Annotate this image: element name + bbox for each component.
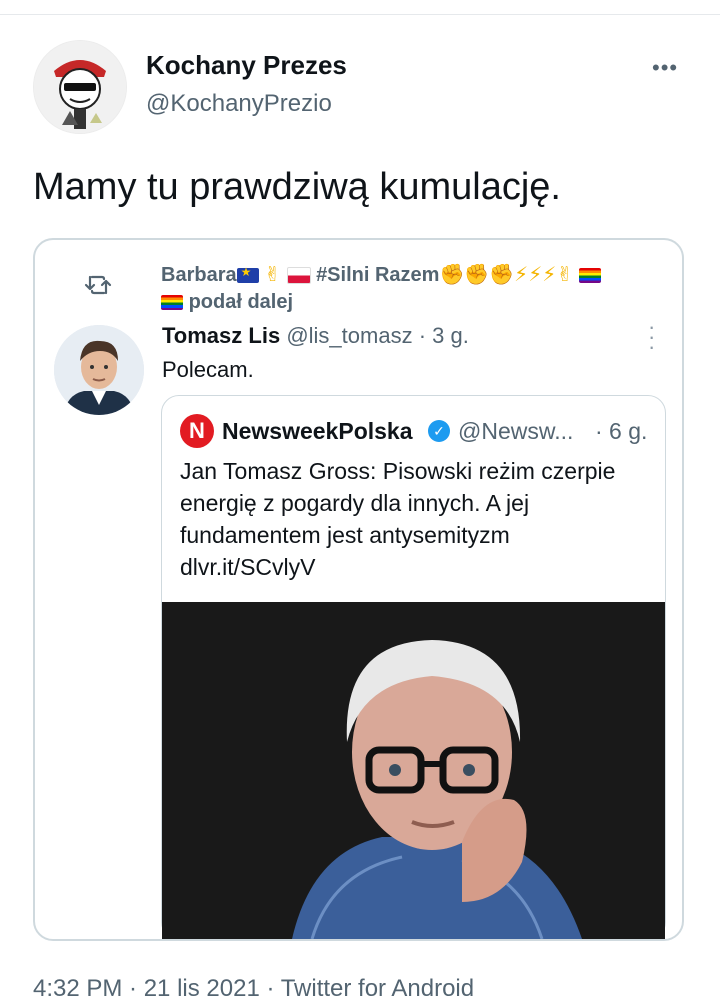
top-divider bbox=[0, 14, 720, 15]
poland-flag-icon bbox=[286, 267, 311, 285]
victory-hand-icon: ✌ bbox=[264, 264, 281, 286]
quoted-author-line[interactable]: Tomasz Lis @lis_tomasz · 3 g. bbox=[162, 323, 469, 349]
nested-time: · 6 g. bbox=[595, 418, 648, 444]
rainbow-flag-icon bbox=[578, 268, 601, 284]
nested-author-name[interactable]: NewsweekPolska bbox=[222, 418, 413, 445]
quoted-more-icon[interactable]: · · · bbox=[648, 316, 655, 358]
author-avatar[interactable] bbox=[33, 40, 127, 134]
retweeter-name: Barbara bbox=[161, 264, 237, 286]
retweet-icon bbox=[84, 272, 112, 304]
retweet-action-line: podał dalej bbox=[161, 291, 293, 314]
nested-author-handle[interactable]: @Newsw... bbox=[458, 418, 573, 445]
fist-icons: ✊✊✊ bbox=[439, 264, 515, 286]
tweet-text: Mamy tu prawdziwą kumulację. bbox=[33, 166, 561, 208]
quoted-tweet-text: Polecam. bbox=[162, 357, 254, 382]
quoted-separator: · bbox=[418, 323, 427, 348]
eu-flag-icon bbox=[236, 265, 259, 284]
retweeter-hashtag: #Silni Razem bbox=[316, 264, 440, 286]
verified-badge-icon: ✓ bbox=[428, 420, 450, 442]
more-options-icon[interactable]: ••• bbox=[652, 55, 678, 81]
article-photo[interactable] bbox=[162, 602, 665, 939]
newsweek-logo-icon: N bbox=[180, 414, 214, 448]
quoted-author-avatar[interactable] bbox=[54, 325, 144, 415]
author-handle[interactable]: @KochanyPrezio bbox=[146, 90, 332, 118]
rainbow-icon bbox=[161, 295, 183, 311]
quoted-author-name: Tomasz Lis bbox=[162, 323, 281, 348]
quoted-time: 3 g. bbox=[432, 323, 469, 348]
author-display-name[interactable]: Kochany Prezes bbox=[146, 50, 347, 81]
victory-hand-icon-2: ✌ bbox=[556, 264, 574, 286]
retweeter-line[interactable]: Barbara ✌ #Silni Razem✊✊✊⚡⚡⚡✌ bbox=[161, 262, 601, 287]
retweet-action: podał dalej bbox=[188, 291, 294, 313]
lightning-icons: ⚡⚡⚡ bbox=[514, 264, 557, 286]
quoted-author-handle: @lis_tomasz bbox=[286, 323, 413, 348]
nested-tweet-text: Jan Tomasz Gross: Pisowski reżim czerpie… bbox=[180, 458, 616, 580]
